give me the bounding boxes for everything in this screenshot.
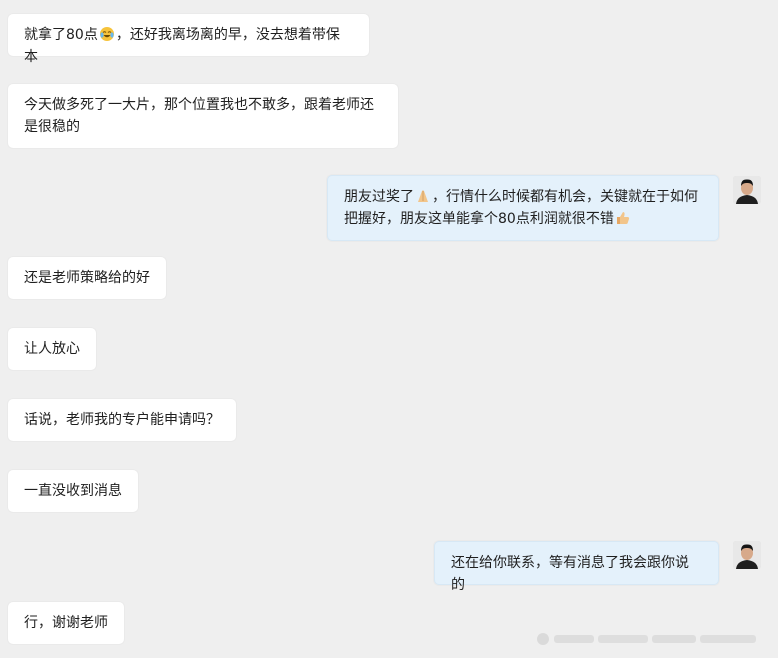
message-bubble: 一直没收到消息	[8, 470, 138, 512]
message-text: 让人放心	[24, 341, 80, 357]
my-message-bubble: 还在给你联系，等有消息了我会跟你说的	[434, 541, 719, 593]
message-text: 今天做多死了一大片，那个位置我也不敢多，跟着老师还是很稳的	[24, 97, 374, 135]
user-avatar[interactable]	[733, 541, 761, 569]
message-text: 行，谢谢老师	[24, 615, 108, 631]
message-text: 朋友过奖了	[344, 189, 414, 205]
laugh-with-tears-icon	[99, 27, 114, 41]
message-bubble: 还是老师策略给的好	[8, 257, 166, 299]
person-avatar-icon	[733, 176, 761, 204]
watermark	[536, 632, 762, 646]
my-message-bubble: 朋友过奖了 ，行情什么时候都有机会，关键就在于如何把握好，朋友这单能拿个80点利…	[327, 175, 719, 241]
message-bubble: 行，谢谢老师	[8, 602, 124, 644]
message-text: 还是老师策略给的好	[24, 270, 150, 286]
message-bubble: 就拿了80点 ，还好我离场离的早，没去想着带保本	[8, 14, 369, 65]
message-text: 还在给你联系，等有消息了我会跟你说的	[451, 555, 689, 593]
folded-hands-icon	[418, 190, 428, 202]
message-bubble: 让人放心	[8, 328, 96, 370]
message-text: 一直没收到消息	[24, 483, 122, 499]
message-bubble: 今天做多死了一大片，那个位置我也不敢多，跟着老师还是很稳的	[8, 84, 398, 148]
user-avatar[interactable]	[733, 176, 761, 204]
message-text: 话说，老师我的专户能申请吗？	[24, 412, 220, 428]
message-bubble: 话说，老师我的专户能申请吗？	[8, 399, 236, 441]
thumbs-up-icon	[616, 212, 629, 224]
person-avatar-icon	[733, 541, 761, 569]
message-text-1a: 就拿了80点	[24, 27, 98, 43]
